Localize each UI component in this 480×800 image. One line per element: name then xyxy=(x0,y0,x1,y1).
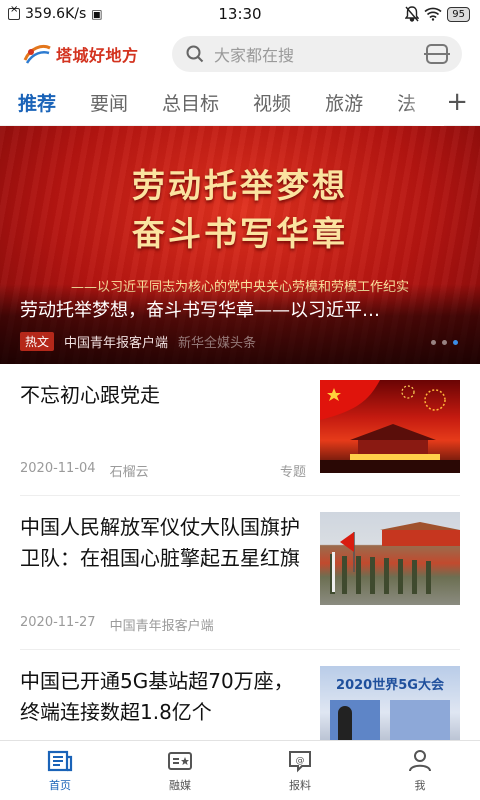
news-meta: 2020-11-04 石榴云 专题 xyxy=(20,461,306,480)
status-bar: 359.6K/s ▣ 13:30 95 xyxy=(0,0,480,28)
banner-watermark: 新华全媒头条 xyxy=(178,336,257,351)
mute-icon xyxy=(405,6,420,22)
news-title[interactable]: 不忘初心跟党走 xyxy=(20,380,300,411)
tab-recommend[interactable]: 推荐 xyxy=(18,89,56,116)
search-placeholder: 大家都在搜 xyxy=(214,46,295,65)
wifi-icon xyxy=(424,7,442,21)
network-speed: 359.6K/s xyxy=(25,6,87,22)
nav-label: 融媒 xyxy=(169,778,191,792)
user-icon xyxy=(409,749,431,771)
nav-label: 报料 xyxy=(289,778,311,792)
hot-badge: 热文 xyxy=(20,332,55,351)
news-item[interactable]: 不忘初心跟党走 2020-11-04 石榴云 专题 xyxy=(20,364,460,496)
nav-label: 首页 xyxy=(49,778,71,792)
logo-text: 塔城好地方 xyxy=(56,46,139,65)
news-title[interactable]: 中国已开通5G基站超70万座，终端连接数超1.8亿个 xyxy=(20,666,300,728)
news-thumbnail[interactable] xyxy=(320,512,460,605)
news-source: 中国青年报客户端 xyxy=(109,619,214,634)
search-bar[interactable]: 大家都在搜 xyxy=(172,36,462,72)
svg-text:@: @ xyxy=(296,756,305,766)
battery-icon: 95 xyxy=(447,6,470,22)
app-root: 359.6K/s ▣ 13:30 95 塔城好地方 大家都在搜 推荐 要闻 xyxy=(0,0,480,800)
report-icon: @ xyxy=(289,750,311,772)
banner-title[interactable]: 劳动托举梦想，奋斗书写华章——以习近平… xyxy=(20,296,460,322)
news-date: 2020-11-04 xyxy=(20,461,96,476)
honor-guard-image xyxy=(330,522,460,594)
nav-report[interactable]: @ 报料 xyxy=(240,741,360,800)
news-list: 不忘初心跟党走 2020-11-04 石榴云 专题 中国人民解放军仪仗大队国旗护… xyxy=(0,364,480,790)
flag-fireworks-image xyxy=(320,380,460,473)
scan-icon[interactable] xyxy=(424,44,450,64)
banner-carousel[interactable]: 劳动托举梦想 奋斗书写华章 ——以习近平同志为核心的党中央关心劳模和劳模工作纪实… xyxy=(0,126,480,364)
channel-tabs: 推荐 要闻 总目标 视频 旅游 法 + xyxy=(0,80,480,126)
news-meta: 2020-11-27 中国青年报客户端 xyxy=(20,615,300,634)
banner-headline: 劳动托举梦想 奋斗书写华章 xyxy=(132,166,348,253)
carousel-indicator xyxy=(431,340,458,345)
banner-meta: 热文 中国青年报客户端 新华全媒头条 xyxy=(20,332,256,351)
news-title[interactable]: 中国人民解放军仪仗大队国旗护卫队：在祖国心脏擎起五星红旗 xyxy=(20,512,300,574)
add-channel-icon[interactable]: + xyxy=(446,89,468,115)
news-item[interactable]: 中国人民解放军仪仗大队国旗护卫队：在祖国心脏擎起五星红旗 2020-11-27 … xyxy=(20,496,460,650)
carousel-dot[interactable] xyxy=(431,340,436,345)
header: 塔城好地方 大家都在搜 xyxy=(0,28,480,80)
nav-me[interactable]: 我 xyxy=(360,741,480,800)
carousel-dot-active[interactable] xyxy=(453,340,458,345)
news-tag: 专题 xyxy=(279,465,306,480)
bottom-navigation: 首页 融媒 @ 报料 我 xyxy=(0,740,480,800)
nav-media[interactable]: 融媒 xyxy=(120,741,240,800)
image-icon: ▣ xyxy=(91,7,103,21)
news-thumbnail[interactable] xyxy=(320,380,460,473)
tab-travel[interactable]: 旅游 xyxy=(325,89,363,116)
search-icon xyxy=(186,45,204,63)
logo-mark-icon xyxy=(23,45,51,64)
banner-source: 中国青年报客户端 xyxy=(64,336,169,351)
thumbnail-caption: 2020世界5G大会 xyxy=(336,678,444,693)
tab-general-goal[interactable]: 总目标 xyxy=(162,89,219,116)
media-icon xyxy=(168,751,192,770)
nav-home[interactable]: 首页 xyxy=(0,741,120,800)
notification-icon xyxy=(8,4,20,20)
app-logo[interactable]: 塔城好地方 xyxy=(22,42,172,66)
tab-headlines[interactable]: 要闻 xyxy=(90,89,128,116)
news-date: 2020-11-27 xyxy=(20,615,96,630)
news-source: 石榴云 xyxy=(109,465,149,480)
carousel-dot[interactable] xyxy=(442,340,447,345)
tab-video[interactable]: 视频 xyxy=(253,89,291,116)
nav-label: 我 xyxy=(414,778,426,792)
news-icon xyxy=(47,750,73,771)
